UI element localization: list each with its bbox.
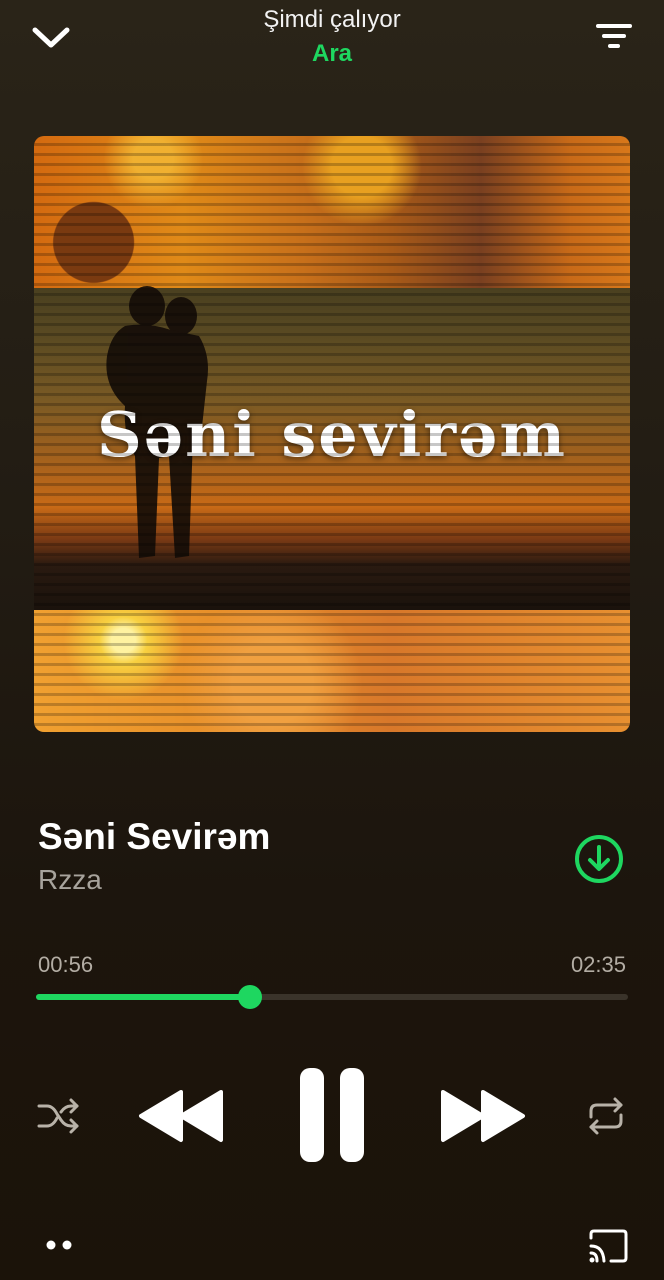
shuffle-button[interactable] <box>32 1092 84 1140</box>
more-dots-icon <box>46 1240 72 1250</box>
repeat-button[interactable] <box>582 1092 630 1140</box>
next-button[interactable] <box>438 1084 528 1148</box>
cast-button[interactable] <box>582 1224 634 1268</box>
progress-bar[interactable] <box>36 985 628 1009</box>
menu-button[interactable] <box>588 16 640 56</box>
artwork-bottom-band <box>34 610 630 732</box>
now-playing-title: Şimdi çalıyor <box>263 6 401 33</box>
progress-bar-handle[interactable] <box>237 985 262 1009</box>
pause-button[interactable] <box>292 1064 372 1166</box>
shuffle-icon <box>37 1098 79 1134</box>
pause-icon <box>300 1068 364 1162</box>
artwork-top-band <box>34 136 630 288</box>
now-playing-context[interactable]: Ara <box>0 40 664 68</box>
album-artwork: Səni sevirəm <box>34 136 630 732</box>
artwork-title-text: Səni sevirəm <box>96 398 568 471</box>
total-duration: 02:35 <box>570 952 626 977</box>
rewind-icon <box>139 1090 223 1142</box>
elapsed-time: 00:56 <box>38 952 94 977</box>
more-button[interactable] <box>36 1228 82 1262</box>
filter-lines-icon <box>596 24 632 48</box>
fast-forward-icon <box>441 1090 525 1142</box>
previous-button[interactable] <box>136 1084 226 1148</box>
track-artist[interactable]: Rzza <box>38 864 102 896</box>
repeat-icon <box>589 1097 623 1135</box>
track-title: Səni Sevirəm <box>38 816 271 857</box>
cast-icon <box>589 1229 628 1263</box>
download-button[interactable] <box>572 832 626 886</box>
download-circle-icon <box>575 835 623 883</box>
progress-bar-fill <box>36 994 250 1000</box>
